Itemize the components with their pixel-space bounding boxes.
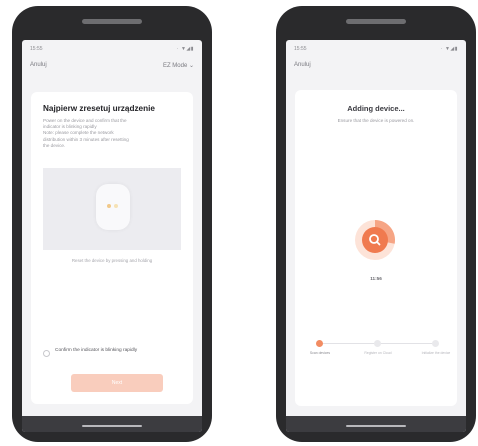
step-dot-scan — [316, 340, 323, 347]
phone-speaker — [82, 19, 142, 24]
indicator-led-icon — [107, 204, 111, 208]
nav-bar: Anuluj EZ Mode ⌄ — [30, 62, 194, 72]
progress-ring — [353, 218, 397, 262]
nav-bar: Anuluj — [294, 62, 458, 72]
device-illustration — [43, 168, 181, 250]
cancel-button[interactable]: Anuluj — [294, 62, 311, 68]
system-nav-bar — [286, 416, 466, 432]
device-image — [96, 184, 130, 230]
progress-core — [362, 227, 388, 253]
screen-reset-device: 15:55 · ▼◢▮ Anuluj EZ Mode ⌄ Najpierw zr… — [22, 40, 202, 432]
phone-reset-device: 15:55 · ▼◢▮ Anuluj EZ Mode ⌄ Najpierw zr… — [12, 6, 212, 442]
step-dot-register — [374, 340, 381, 347]
status-time: 15:55 — [294, 46, 307, 52]
status-icons: · ▼◢▮ — [440, 46, 458, 52]
status-bar: 15:55 · ▼◢▮ — [30, 46, 194, 54]
stage: 15:55 · ▼◢▮ Anuluj EZ Mode ⌄ Najpierw zr… — [0, 0, 478, 446]
phone-adding-device: 15:55 · ▼◢▮ Anuluj Adding device... Ensu… — [276, 6, 476, 442]
phone-speaker — [346, 19, 406, 24]
mode-selector[interactable]: EZ Mode ⌄ — [163, 62, 194, 69]
page-title: Adding device... — [347, 104, 405, 113]
home-indicator[interactable] — [82, 425, 142, 427]
screen-adding-device: 15:55 · ▼◢▮ Anuluj Adding device... Ensu… — [286, 40, 466, 432]
reset-card: Najpierw zresetuj urządzenie Power on th… — [31, 92, 193, 404]
home-indicator[interactable] — [346, 425, 406, 427]
confirm-row[interactable]: Confirm the indicator is blinking rapidl… — [43, 348, 185, 362]
system-nav-bar — [22, 416, 202, 432]
progress-value: 11:56 — [370, 276, 382, 281]
step-connector — [320, 343, 376, 344]
adding-card: Adding device... Ensure that the device … — [295, 90, 457, 406]
reset-hint-link[interactable]: Reset the device by pressing and holding — [43, 258, 181, 263]
step-label-register: Register on Cloud — [364, 351, 392, 355]
page-subtitle: Ensure that the device is powered on. — [337, 118, 415, 123]
indicator-led-icon — [114, 204, 118, 208]
confirm-label: Confirm the indicator is blinking rapidl… — [55, 348, 138, 353]
confirm-checkbox[interactable] — [43, 350, 50, 357]
instructions: Power on the device and confirm that the… — [43, 118, 179, 149]
progress-ring-graphic — [355, 220, 395, 260]
status-bar: 15:55 · ▼◢▮ — [294, 46, 458, 54]
step-label-scan: Scan devices — [309, 351, 331, 355]
cancel-button[interactable]: Anuluj — [30, 62, 47, 68]
step-label-initialize: Initialize the device — [421, 351, 451, 355]
progress-steps: Scan devices Register on Cloud Initializ… — [310, 340, 450, 370]
next-button[interactable]: Next — [71, 374, 163, 392]
status-icons: · ▼◢▮ — [176, 46, 194, 52]
step-connector — [381, 343, 437, 344]
status-time: 15:55 — [30, 46, 43, 52]
page-title: Najpierw zresetuj urządzenie — [43, 104, 155, 113]
step-dot-initialize — [432, 340, 439, 347]
instruction-line: the device. — [43, 142, 66, 148]
